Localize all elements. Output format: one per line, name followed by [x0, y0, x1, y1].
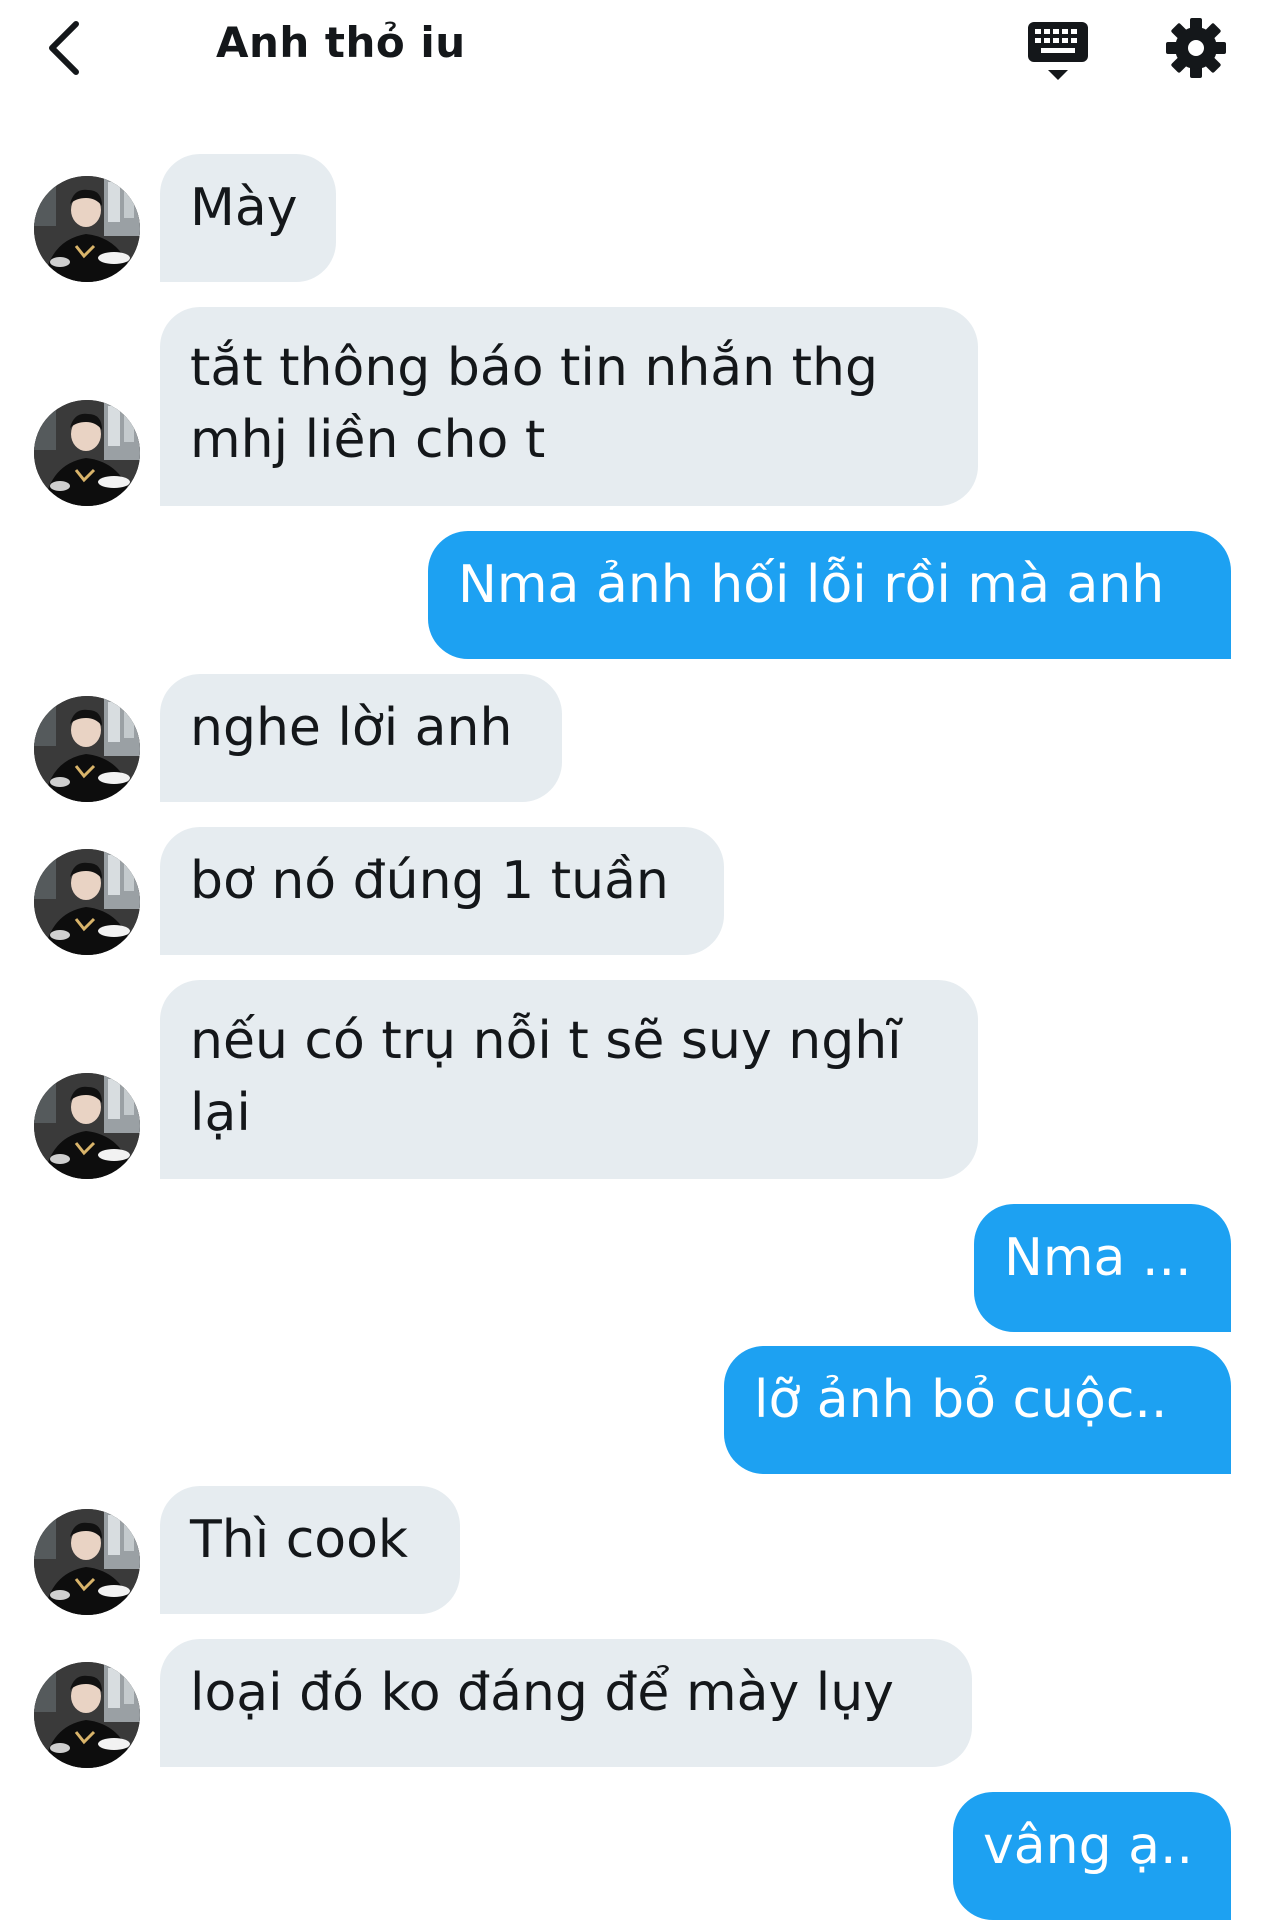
- avatar[interactable]: [34, 696, 140, 802]
- message-bubble-outgoing[interactable]: vâng ạ..: [953, 1792, 1231, 1920]
- message-text: lỡ ảnh bỏ cuộc..: [754, 1370, 1168, 1430]
- avatar-photo: [34, 1073, 140, 1179]
- message-bubble-outgoing[interactable]: lỡ ảnh bỏ cuộc..: [724, 1346, 1231, 1474]
- conversation-title[interactable]: Anh thỏ iu: [216, 18, 466, 67]
- message-text: Nma ảnh hối lỗi rồi mà anh: [458, 555, 1165, 615]
- back-button[interactable]: [38, 16, 98, 80]
- message-bubble-incoming[interactable]: bơ nó đúng 1 tuần: [160, 827, 724, 955]
- message-text: nghe lời anh: [190, 698, 513, 758]
- avatar-photo: [34, 400, 140, 506]
- avatar-photo: [34, 1509, 140, 1615]
- avatar-photo: [34, 696, 140, 802]
- message-text: Thì cook: [190, 1510, 409, 1570]
- avatar[interactable]: [34, 400, 140, 506]
- settings-button[interactable]: [1164, 16, 1228, 80]
- message-bubble-incoming[interactable]: Mày: [160, 154, 336, 282]
- avatar[interactable]: [34, 176, 140, 282]
- message-bubble-incoming[interactable]: nếu có trụ nỗi t sẽ suy nghĩ lại: [160, 980, 978, 1179]
- chevron-left-icon: [49, 21, 79, 75]
- chat-header: Anh thỏ iu: [0, 0, 1266, 96]
- message-bubble-outgoing[interactable]: Nma ảnh hối lỗi rồi mà anh: [428, 531, 1231, 659]
- message-bubble-incoming[interactable]: tắt thông báo tin nhắn thg mhj liền cho …: [160, 307, 978, 506]
- avatar[interactable]: [34, 1509, 140, 1615]
- avatar[interactable]: [34, 849, 140, 955]
- avatar-photo: [34, 176, 140, 282]
- avatar-photo: [34, 849, 140, 955]
- message-text: Nma ...: [1004, 1228, 1192, 1288]
- message-text: Mày: [190, 178, 298, 238]
- avatar[interactable]: [34, 1662, 140, 1768]
- gear-icon: [1166, 18, 1226, 78]
- message-bubble-incoming[interactable]: loại đó ko đáng để mày lụy: [160, 1639, 972, 1767]
- keyboard-icon: [1028, 22, 1088, 80]
- message-text: bơ nó đúng 1 tuần: [190, 851, 669, 911]
- message-text: nếu có trụ nỗi t sẽ suy nghĩ lại: [190, 1011, 902, 1143]
- message-bubble-incoming[interactable]: Thì cook: [160, 1486, 460, 1614]
- message-text: loại đó ko đáng để mày lụy: [190, 1663, 894, 1723]
- message-text: vâng ạ..: [983, 1816, 1194, 1876]
- avatar-photo: [34, 1662, 140, 1768]
- keyboard-button[interactable]: [1024, 18, 1096, 84]
- avatar[interactable]: [34, 1073, 140, 1179]
- message-bubble-incoming[interactable]: nghe lời anh: [160, 674, 562, 802]
- message-bubble-outgoing[interactable]: Nma ...: [974, 1204, 1231, 1332]
- message-text: tắt thông báo tin nhắn thg mhj liền cho …: [190, 338, 878, 470]
